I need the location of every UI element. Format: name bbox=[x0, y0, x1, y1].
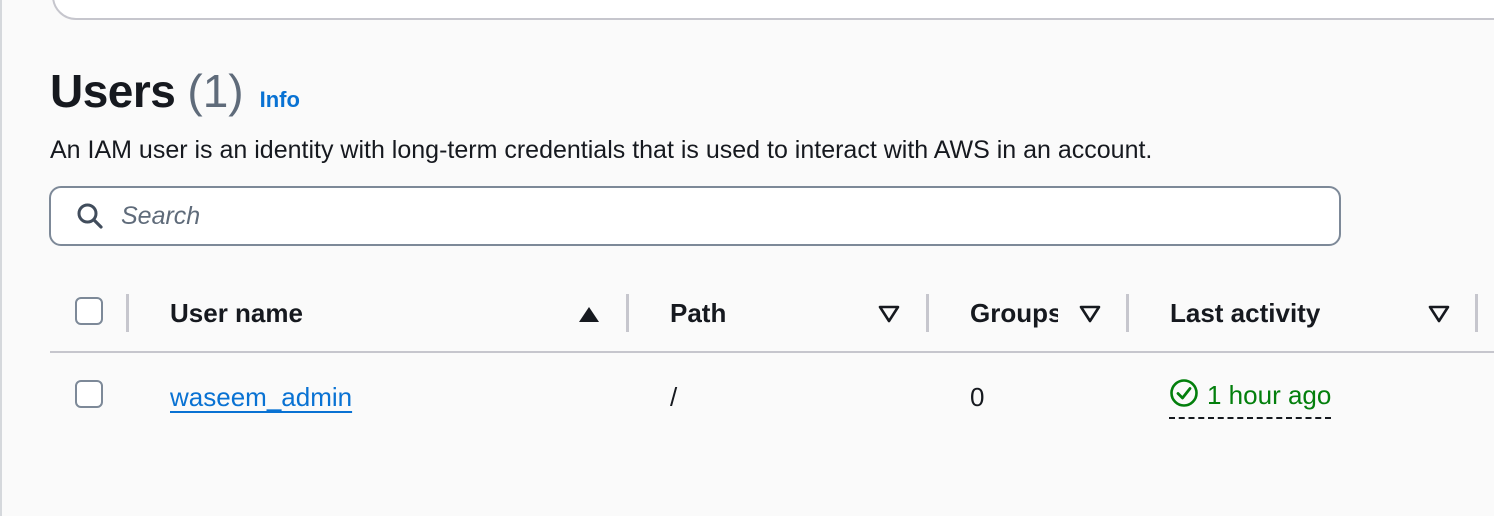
sort-descending-icon[interactable] bbox=[877, 302, 901, 326]
section-header: Users (1) Info bbox=[50, 64, 300, 118]
section-description: An IAM user is an identity with long-ter… bbox=[50, 136, 1153, 164]
column-header-last-activity[interactable]: Last activity bbox=[1170, 298, 1320, 329]
column-divider[interactable] bbox=[126, 294, 129, 332]
search-input[interactable] bbox=[119, 200, 1303, 232]
users-page: Users (1) Info An IAM user is an identit… bbox=[0, 0, 1494, 516]
groups-cell: 0 bbox=[970, 382, 985, 412]
table-row: waseem_admin / 0 1 hour ago bbox=[50, 362, 1494, 428]
user-count: (1) bbox=[187, 65, 244, 117]
previous-panel bbox=[52, 0, 1494, 20]
select-all-checkbox[interactable] bbox=[75, 297, 103, 325]
column-divider[interactable] bbox=[926, 294, 929, 332]
sort-ascending-icon[interactable] bbox=[577, 302, 601, 326]
search-box[interactable] bbox=[49, 186, 1341, 246]
page-title: Users bbox=[50, 65, 176, 117]
path-cell: / bbox=[670, 382, 678, 412]
page-left-border bbox=[0, 0, 2, 516]
column-header-groups[interactable]: Groups bbox=[970, 298, 1058, 329]
row-select-checkbox[interactable] bbox=[75, 380, 103, 408]
search-icon bbox=[75, 201, 105, 231]
check-circle-icon bbox=[1169, 378, 1199, 413]
table-header-divider bbox=[50, 351, 1494, 353]
sort-descending-icon[interactable] bbox=[1078, 302, 1102, 326]
column-divider[interactable] bbox=[1126, 294, 1129, 332]
column-header-user-name[interactable]: User name bbox=[170, 298, 303, 329]
column-divider[interactable] bbox=[1475, 294, 1478, 332]
last-activity-cell[interactable]: 1 hour ago bbox=[1169, 378, 1332, 419]
table-header: User name Path Groups Last activity bbox=[50, 284, 1494, 350]
user-name-link[interactable]: waseem_admin bbox=[170, 382, 352, 413]
column-header-path[interactable]: Path bbox=[670, 298, 726, 329]
last-activity-text: 1 hour ago bbox=[1207, 380, 1332, 410]
info-link[interactable]: Info bbox=[260, 87, 300, 113]
column-divider[interactable] bbox=[626, 294, 629, 332]
sort-descending-icon[interactable] bbox=[1427, 302, 1451, 326]
